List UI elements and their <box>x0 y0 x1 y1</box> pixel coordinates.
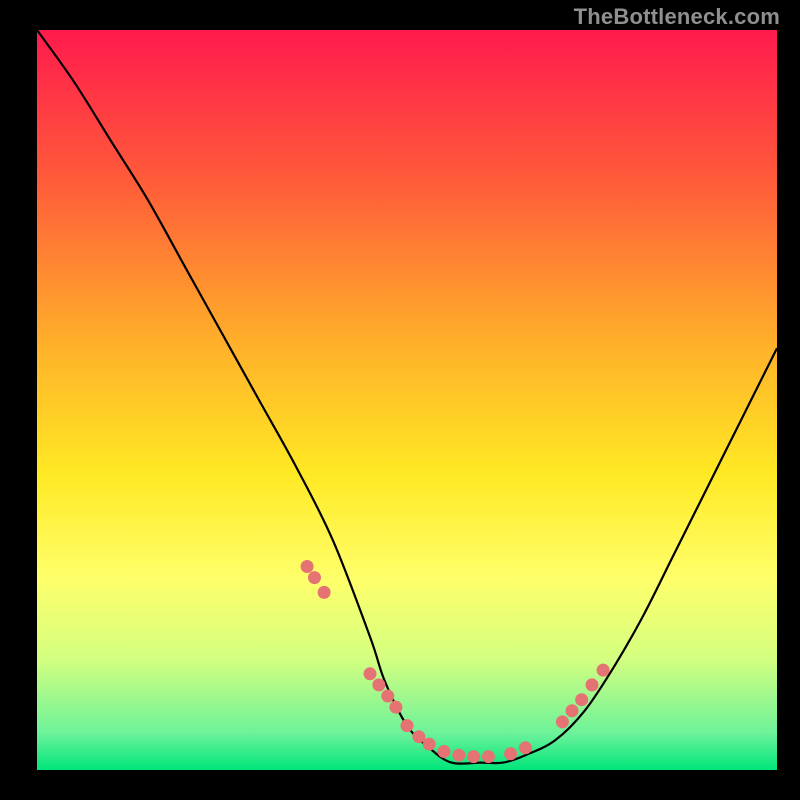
highlight-dot <box>467 750 480 763</box>
highlight-dot <box>438 745 451 758</box>
highlight-dot <box>364 667 377 680</box>
highlight-dot <box>566 704 579 717</box>
highlight-dot <box>519 741 532 754</box>
plot-area <box>37 30 777 770</box>
highlight-dot <box>586 678 599 691</box>
bottleneck-chart <box>37 30 777 770</box>
chart-frame: TheBottleneck.com <box>0 0 800 800</box>
highlight-dot <box>504 747 517 760</box>
highlight-dot <box>423 738 436 751</box>
highlight-dot <box>401 719 414 732</box>
highlight-dot <box>301 560 314 573</box>
highlight-dot <box>556 715 569 728</box>
highlight-dot <box>482 750 495 763</box>
highlight-dot <box>597 664 610 677</box>
highlight-dot <box>389 701 402 714</box>
highlight-dot <box>575 693 588 706</box>
watermark-text: TheBottleneck.com <box>574 4 780 30</box>
highlight-dot <box>381 690 394 703</box>
highlight-dot <box>452 749 465 762</box>
highlight-dot <box>308 571 321 584</box>
highlight-dot <box>318 586 331 599</box>
gradient-background <box>37 30 777 770</box>
highlight-dot <box>372 678 385 691</box>
